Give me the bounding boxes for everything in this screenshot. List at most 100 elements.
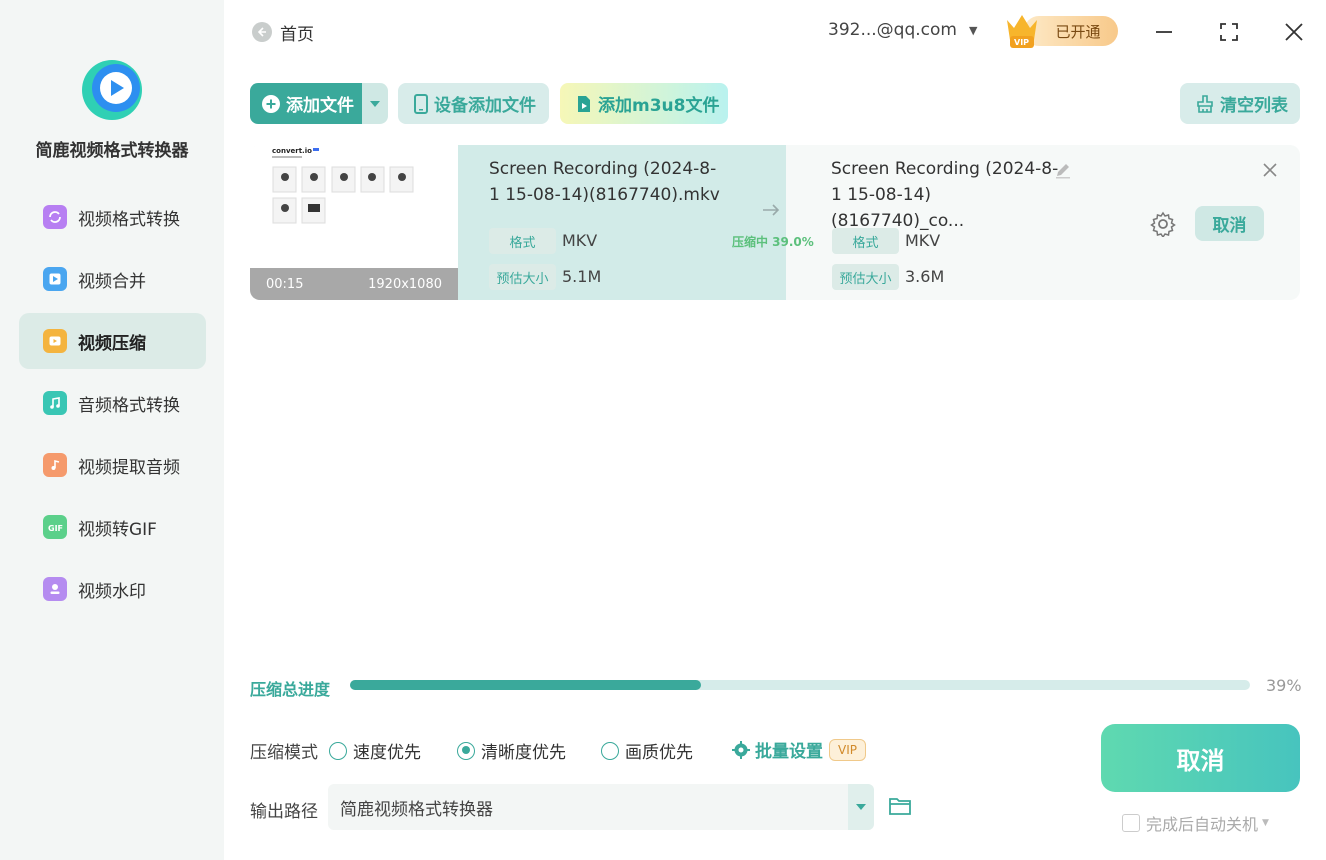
source-file-name: Screen Recording (2024-8- 1 15-08-14)(81… bbox=[489, 156, 749, 208]
chevron-down-icon bbox=[370, 100, 380, 107]
back-label: 首页 bbox=[280, 24, 314, 45]
cancel-file-button[interactable]: 取消 bbox=[1195, 206, 1264, 241]
output-file-name-line2: 1 15-08-14)(8167740)_co... bbox=[831, 185, 965, 231]
sidebar: 简鹿视频格式转换器 视频格式转换 视频合并 视频压缩 音频格式转换 视频提取音频… bbox=[0, 0, 224, 860]
gif-icon: GIF bbox=[43, 515, 67, 539]
checkbox-icon bbox=[1122, 814, 1140, 832]
add-file-dropdown[interactable] bbox=[362, 83, 388, 124]
source-file-name-line1: Screen Recording (2024-8- bbox=[489, 159, 717, 179]
radio-circle-icon bbox=[329, 741, 347, 760]
sidebar-item-label: 音频格式转换 bbox=[78, 395, 180, 416]
minimize-button[interactable] bbox=[1150, 18, 1178, 46]
source-file-name-line2: 1 15-08-14)(8167740).mkv bbox=[489, 185, 720, 205]
remove-file-icon[interactable] bbox=[1262, 162, 1278, 182]
add-file-button[interactable]: 添加文件 bbox=[250, 83, 362, 124]
back-arrow-icon bbox=[252, 22, 272, 42]
file-card: convert.io 00:15 1920x1080 Screen Record… bbox=[250, 145, 1300, 300]
sidebar-item-label: 视频转GIF bbox=[78, 519, 157, 540]
vip-badge[interactable]: 已开通 VIP bbox=[1004, 10, 1118, 52]
phone-icon bbox=[414, 93, 428, 114]
m3u8-file-icon bbox=[578, 95, 590, 112]
device-add-file-button[interactable]: 设备添加文件 bbox=[398, 83, 549, 124]
source-format-tag: 格式 bbox=[489, 228, 556, 254]
audio-convert-icon bbox=[43, 391, 67, 415]
settings-gear-icon[interactable] bbox=[1150, 211, 1176, 241]
compress-icon bbox=[43, 329, 67, 353]
back-home-button[interactable]: 首页 bbox=[252, 20, 314, 45]
sidebar-item-audio-convert[interactable]: 音频格式转换 bbox=[19, 375, 206, 431]
app-logo bbox=[80, 58, 144, 122]
merge-icon bbox=[43, 267, 67, 291]
video-resolution: 1920x1080 bbox=[368, 276, 442, 292]
thumbnail-site-text: convert.io bbox=[272, 147, 312, 155]
account-dropdown[interactable]: 392...@qq.com ▼ bbox=[828, 20, 977, 40]
sidebar-item-merge[interactable]: 视频合并 bbox=[19, 251, 206, 307]
radio-quality-priority[interactable]: 画质优先 bbox=[601, 738, 693, 763]
account-email: 392...@qq.com bbox=[828, 20, 957, 40]
sidebar-item-extract-audio[interactable]: 视频提取音频 bbox=[19, 437, 206, 493]
auto-shutdown-checkbox[interactable]: 完成后自动关机 ▼ bbox=[1122, 811, 1269, 835]
watermark-icon bbox=[43, 577, 67, 601]
crown-icon: VIP bbox=[1007, 15, 1037, 48]
radio-label: 速度优先 bbox=[353, 743, 421, 763]
sidebar-item-label: 视频合并 bbox=[78, 271, 146, 292]
radio-label: 画质优先 bbox=[625, 743, 693, 763]
broom-icon bbox=[1197, 94, 1213, 113]
total-progress-fill bbox=[350, 680, 701, 690]
caret-down-icon: ▼ bbox=[968, 23, 978, 37]
sidebar-item-label: 视频水印 bbox=[78, 581, 146, 602]
vip-status-label: 已开通 bbox=[1055, 22, 1101, 41]
sidebar-item-watermark[interactable]: 视频水印 bbox=[19, 561, 206, 617]
output-format-tag: 格式 bbox=[832, 228, 899, 254]
svg-text:GIF: GIF bbox=[48, 524, 63, 533]
radio-clarity-priority[interactable]: 清晰度优先 bbox=[457, 738, 566, 763]
close-window-button[interactable] bbox=[1280, 18, 1308, 46]
output-file-name: Screen Recording (2024-8- 1 15-08-14)(81… bbox=[831, 156, 1061, 234]
maximize-icon bbox=[1220, 23, 1238, 41]
svg-text:VIP: VIP bbox=[1014, 38, 1029, 47]
total-progress-label: 压缩总进度 bbox=[250, 680, 331, 699]
auto-shutdown-label: 完成后自动关机 bbox=[1146, 815, 1259, 834]
maximize-button[interactable] bbox=[1215, 18, 1243, 46]
output-size-tag: 预估大小 bbox=[832, 264, 899, 290]
batch-settings-button[interactable]: 批量设置 VIP bbox=[732, 737, 866, 762]
add-m3u8-button[interactable]: 添加m3u8文件 bbox=[560, 83, 728, 124]
radio-circle-icon bbox=[601, 741, 619, 760]
source-format-value: MKV bbox=[562, 231, 598, 250]
extract-audio-icon bbox=[43, 453, 67, 477]
convert-icon bbox=[43, 205, 67, 229]
sidebar-item-gif[interactable]: GIF 视频转GIF bbox=[19, 499, 206, 555]
sidebar-item-compress[interactable]: 视频压缩 bbox=[19, 313, 206, 369]
folder-icon[interactable] bbox=[888, 796, 912, 820]
batch-settings-label: 批量设置 bbox=[755, 742, 823, 762]
radio-speed-priority[interactable]: 速度优先 bbox=[329, 738, 421, 763]
add-m3u8-label: 添加m3u8文件 bbox=[598, 96, 720, 116]
vip-tag: VIP bbox=[829, 738, 866, 761]
compress-mode-label: 压缩模式 bbox=[250, 743, 318, 763]
output-path-select[interactable]: 简鹿视频格式转换器 bbox=[328, 784, 874, 830]
radio-checked-icon bbox=[457, 741, 475, 760]
output-path-label: 输出路径 bbox=[250, 802, 318, 822]
sidebar-item-label: 视频压缩 bbox=[78, 333, 146, 354]
clear-list-button[interactable]: 清空列表 bbox=[1180, 83, 1300, 124]
sidebar-item-label: 视频格式转换 bbox=[78, 209, 180, 230]
output-path-value: 简鹿视频格式转换器 bbox=[340, 799, 493, 820]
device-add-file-label: 设备添加文件 bbox=[434, 96, 536, 116]
compress-status: 压缩中 39.0% bbox=[732, 235, 814, 249]
video-thumbnail[interactable]: convert.io 00:15 1920x1080 bbox=[250, 145, 458, 300]
plus-circle-icon bbox=[262, 94, 280, 113]
arrow-right-icon bbox=[762, 201, 780, 222]
radio-label: 清晰度优先 bbox=[481, 743, 566, 763]
output-size-value: 3.6M bbox=[905, 267, 945, 286]
minimize-icon bbox=[1156, 31, 1172, 33]
source-size-value: 5.1M bbox=[562, 267, 602, 286]
thumbnail-preview: convert.io bbox=[250, 145, 458, 268]
sidebar-item-format-convert[interactable]: 视频格式转换 bbox=[19, 189, 206, 245]
app-name: 简鹿视频格式转换器 bbox=[35, 141, 189, 161]
edit-name-icon[interactable] bbox=[1054, 161, 1072, 183]
sidebar-item-label: 视频提取音频 bbox=[78, 457, 180, 478]
cancel-all-button[interactable]: 取消 bbox=[1101, 724, 1300, 792]
total-progress-percent: 39% bbox=[1266, 676, 1302, 695]
thumbnail-info-bar: 00:15 1920x1080 bbox=[250, 268, 458, 300]
caret-down-icon: ▼ bbox=[1262, 818, 1269, 828]
